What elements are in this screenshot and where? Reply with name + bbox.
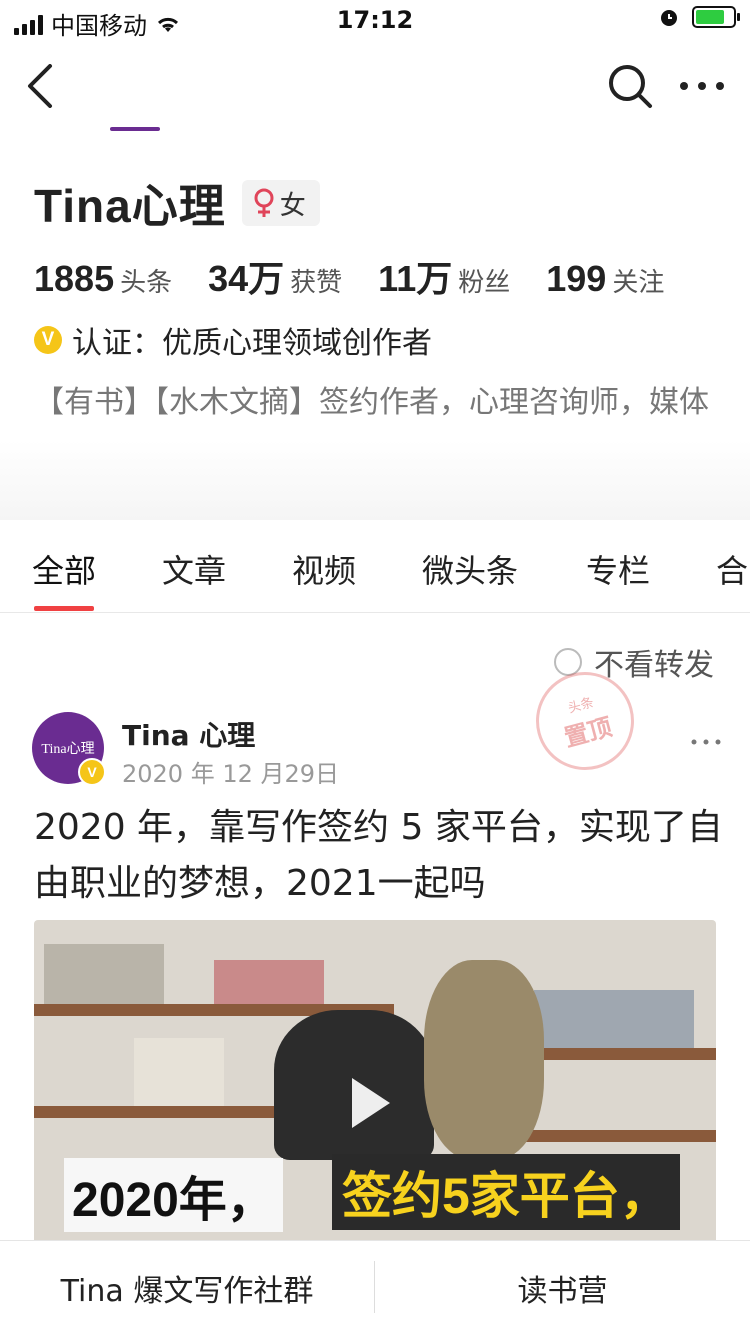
status-bar: 中国移动 17:12 [0, 0, 750, 42]
more-button[interactable] [676, 60, 728, 112]
gender-label: 女 [279, 190, 306, 221]
books [214, 960, 324, 1004]
stat-number: 199 [546, 258, 607, 299]
tab-active-indicator [34, 606, 94, 611]
battery-icon [692, 6, 740, 28]
tab-columns[interactable]: 专栏 [586, 546, 650, 592]
books [134, 1038, 224, 1106]
stat-number: 11万 [378, 258, 453, 299]
stat-label: 头条 [120, 268, 173, 298]
tab-all[interactable]: 全部 [32, 546, 96, 592]
tab-more[interactable]: 合 [716, 546, 748, 592]
stat-followers[interactable]: 11万 粉丝 [378, 250, 510, 302]
status-time: 17:12 [336, 6, 414, 34]
post-header: Tina心理 V Tina 心理 2020 年 12 月29日 [32, 712, 722, 792]
reading-camp-button[interactable]: 读书营 [375, 1241, 750, 1335]
post-author[interactable]: Tina 心理 [122, 714, 255, 754]
shelf [504, 1130, 716, 1142]
more-dots-icon [691, 739, 721, 745]
tab-micro-posts[interactable]: 微头条 [422, 546, 518, 592]
verified-v-icon: V [78, 758, 106, 786]
books [534, 990, 694, 1048]
female-icon [254, 188, 274, 217]
verification-text: 认证：优质心理领域创作者 [72, 326, 432, 361]
stat-label: 获赞 [290, 268, 343, 298]
post-title[interactable]: 2020 年，靠写作签约 5 家平台，实现了自由职业的梦想，2021一起吗 [34, 800, 724, 912]
alarm-icon [661, 10, 677, 26]
stats-row: 1885 头条 34万 获赞 11万 粉丝 199 关注 [34, 250, 700, 302]
tab-videos[interactable]: 视频 [292, 546, 356, 592]
search-button[interactable] [604, 60, 656, 112]
author-avatar[interactable]: Tina心理 V [32, 712, 106, 786]
video-caption-left: 2020年， [64, 1158, 283, 1232]
gender-badge: 女 [241, 180, 320, 226]
name-row: Tina心理 女 [34, 170, 320, 236]
post-more-button[interactable] [690, 720, 722, 753]
more-dots-icon [680, 82, 724, 90]
search-icon [609, 65, 652, 108]
header-divider [0, 440, 750, 520]
status-right [658, 6, 740, 28]
stat-number: 34万 [208, 258, 285, 299]
video-thumbnail[interactable]: 2020年， 签约5家平台， [34, 920, 716, 1250]
stat-posts[interactable]: 1885 头条 [34, 258, 172, 300]
play-icon[interactable] [352, 1078, 390, 1128]
books [44, 944, 164, 1004]
video-caption-right: 签约5家平台， [332, 1154, 680, 1230]
verified-v-icon: V [34, 326, 62, 354]
profile-name: Tina心理 [34, 180, 226, 232]
avatar-text: Tina心理 [41, 742, 95, 757]
hide-reposts-label: 不看转发 [594, 648, 714, 683]
bottom-bar: Tina 爆文写作社群 读书营 [0, 1240, 750, 1335]
stat-label: 粉丝 [458, 268, 511, 298]
stat-label: 关注 [612, 268, 665, 298]
verification-row: V 认证：优质心理领域创作者 [34, 318, 432, 362]
stat-number: 1885 [34, 258, 115, 299]
flower-vase [424, 960, 544, 1160]
tab-articles[interactable]: 文章 [162, 546, 226, 592]
chevron-left-icon [28, 64, 52, 108]
writing-community-button[interactable]: Tina 爆文写作社群 [0, 1241, 374, 1335]
post-date: 2020 年 12 月29日 [122, 760, 340, 788]
back-button[interactable] [14, 60, 66, 112]
content-tabs: 全部 文章 视频 微头条 专栏 合 [0, 520, 750, 613]
stat-following[interactable]: 199 关注 [546, 258, 664, 300]
stat-likes[interactable]: 34万 获赞 [208, 250, 342, 302]
